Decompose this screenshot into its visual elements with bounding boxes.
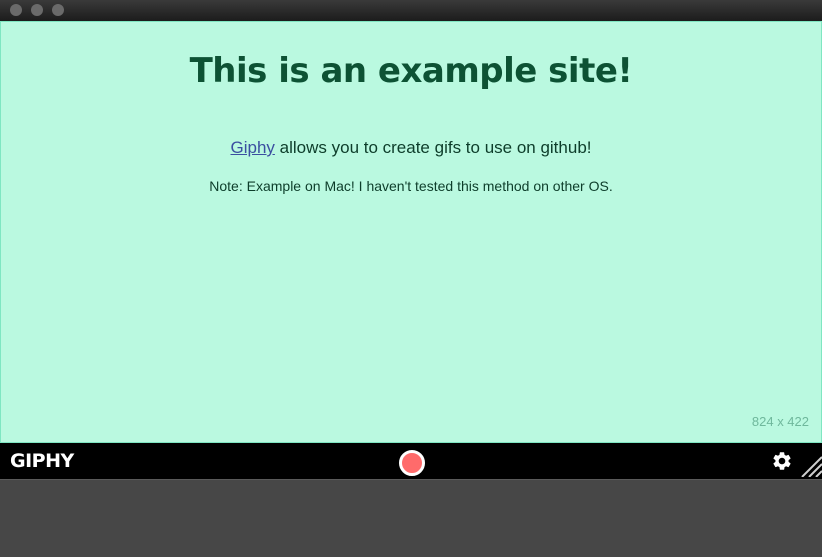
giphy-logo: GIPHY xyxy=(10,450,74,472)
window-titlebar[interactable] xyxy=(0,0,822,21)
bottom-panel xyxy=(0,479,822,557)
page-title: This is an example site! xyxy=(189,51,633,91)
record-button[interactable] xyxy=(399,450,425,476)
close-window-button[interactable] xyxy=(10,4,22,16)
intro-paragraph: Giphy allows you to create gifs to use o… xyxy=(0,138,822,158)
capture-dimensions-label: 824 x 422 xyxy=(751,414,809,429)
giphy-link[interactable]: Giphy xyxy=(231,138,275,157)
minimize-window-button[interactable] xyxy=(31,4,43,16)
zoom-window-button[interactable] xyxy=(52,4,64,16)
gear-icon[interactable] xyxy=(771,450,793,472)
note-text: Note: Example on Mac! I haven't tested t… xyxy=(209,178,613,194)
capture-toolbar: GIPHY xyxy=(0,443,822,479)
giphy-capture-window: This is an example site! Giphy allows yo… xyxy=(0,0,822,557)
intro-paragraph-text: allows you to create gifs to use on gith… xyxy=(274,138,592,157)
resize-handle-icon[interactable] xyxy=(800,455,822,477)
capture-area[interactable]: This is an example site! Giphy allows yo… xyxy=(0,21,822,443)
